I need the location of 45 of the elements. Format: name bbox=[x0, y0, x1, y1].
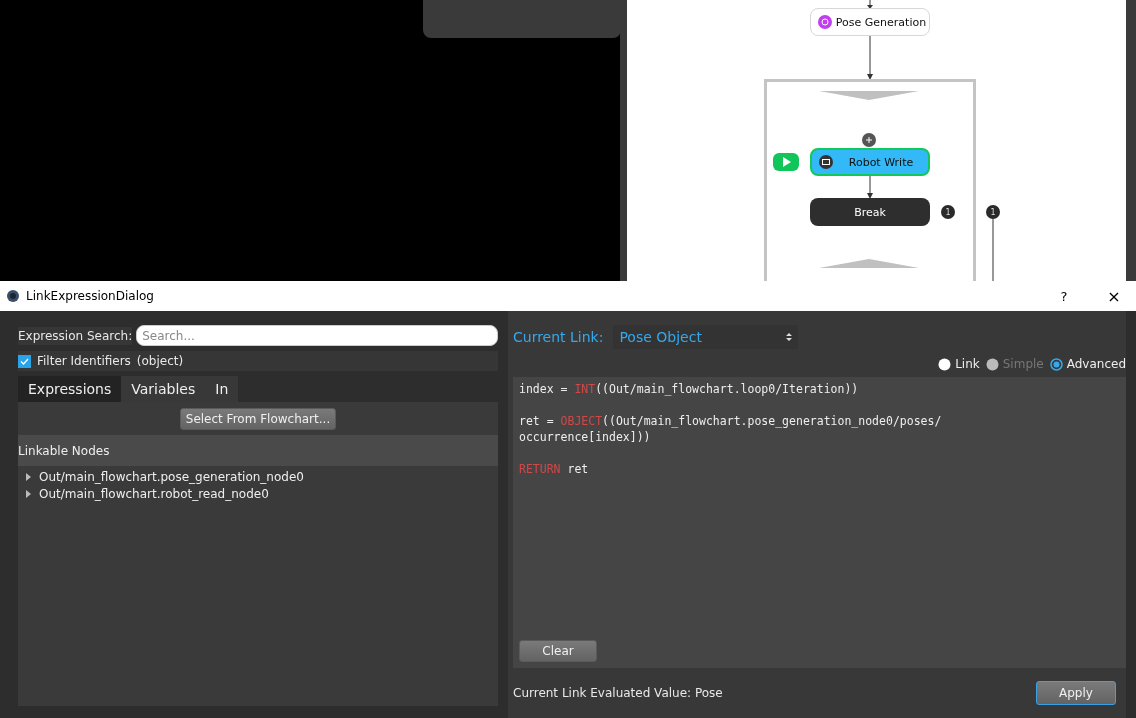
radio-button[interactable] bbox=[938, 357, 952, 371]
code-line: ret = OBJECT((Out/main_flowchart.pose_generation_node0/poses/ bbox=[519, 413, 943, 429]
tab[interactable]: Variables bbox=[121, 376, 206, 402]
connector-arrow bbox=[866, 36, 874, 80]
count-badge: 1 bbox=[986, 205, 1000, 219]
flowchart-node[interactable]: Pose Generation bbox=[810, 8, 930, 36]
evaluated-value-text: Current Link Evaluated Value: Pose bbox=[513, 685, 723, 702]
checkbox-label: Filter Identifiers bbox=[37, 353, 131, 370]
search-field[interactable]: Search... bbox=[136, 325, 498, 346]
radio-label: Advanced bbox=[1066, 357, 1126, 371]
current-link-label: Current Link: bbox=[513, 328, 604, 347]
target-icon bbox=[817, 14, 833, 30]
tree-header: Linkable Nodes bbox=[18, 435, 498, 466]
add-icon[interactable] bbox=[862, 133, 876, 147]
type-label: (object) bbox=[136, 353, 184, 370]
spinner-arrows-icon bbox=[786, 332, 793, 342]
connector-line bbox=[991, 219, 995, 281]
expand-arrow-icon[interactable] bbox=[26, 472, 31, 481]
link-dropdown[interactable]: Pose Object bbox=[613, 325, 799, 349]
tree-item[interactable]: Out/main_flowchart.pose_generation_node0 bbox=[39, 469, 304, 484]
flowchart-node[interactable]: Robot Write bbox=[810, 148, 930, 176]
radio-button[interactable] bbox=[1049, 357, 1063, 371]
flowchart-node[interactable]: Break bbox=[810, 198, 930, 226]
chevron-icon bbox=[819, 91, 919, 100]
window-title: LinkExpressionDialog bbox=[26, 289, 155, 303]
code-line: occurrence[index])) bbox=[519, 429, 652, 445]
select-from-flowchart-button[interactable]: Select From Flowchart... bbox=[179, 408, 337, 430]
search-label: Expression Search: bbox=[18, 326, 133, 345]
tab[interactable]: Expressions bbox=[18, 376, 122, 402]
code-line: index = INT((Out/main_flowchart.loop0/Iteration)) bbox=[519, 381, 860, 397]
tab[interactable]: In bbox=[205, 376, 239, 402]
chevron-icon bbox=[819, 259, 919, 268]
app-icon bbox=[6, 289, 20, 303]
connector-line bbox=[866, 0, 874, 9]
tree-item[interactable]: Out/main_flowchart.robot_read_node0 bbox=[39, 486, 269, 501]
clear-button[interactable]: Clear bbox=[519, 640, 597, 662]
code-line: RETURN ret bbox=[519, 461, 590, 477]
connector-arrow bbox=[866, 176, 874, 199]
count-badge: 1 bbox=[941, 205, 955, 219]
expand-arrow-icon[interactable] bbox=[26, 489, 31, 498]
apply-button[interactable]: Apply bbox=[1036, 681, 1116, 705]
radio-label: Simple bbox=[1002, 357, 1044, 371]
checkbox[interactable] bbox=[18, 354, 31, 368]
image-icon bbox=[818, 154, 834, 170]
radio-label: Link bbox=[955, 357, 980, 371]
